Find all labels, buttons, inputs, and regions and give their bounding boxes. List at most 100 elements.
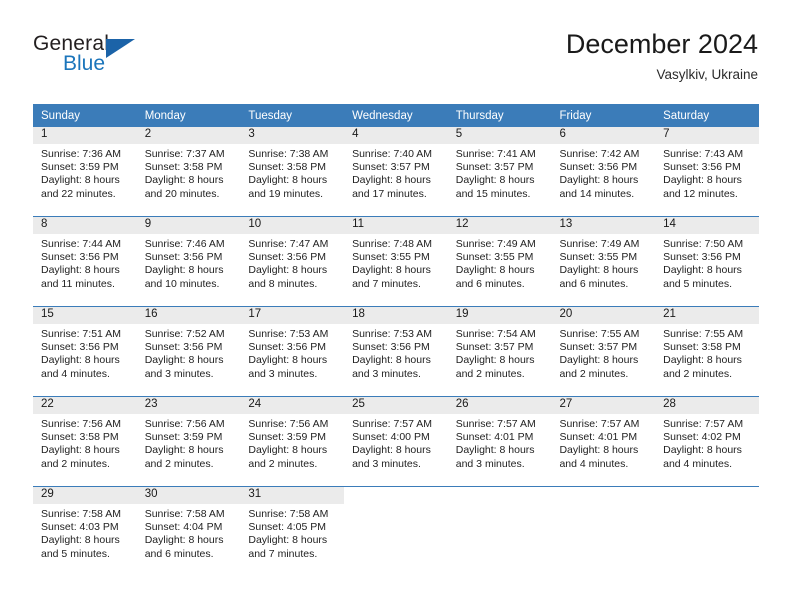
calendar-day-cell[interactable]: 27 Sunrise: 7:57 AM Sunset: 4:01 PM Dayligh… xyxy=(551,396,656,487)
day-details: Sunrise: 7:46 AM Sunset: 3:56 PM Daylight:… xyxy=(137,234,241,291)
calendar-day-cell[interactable]: 20 Sunrise: 7:55 AM Sunset: 3:57 PM Dayligh… xyxy=(551,306,656,397)
calendar-day-cell[interactable]: 10 Sunrise: 7:47 AM Sunset: 3:56 PM Dayligh… xyxy=(240,216,345,307)
general-blue-logo: General Blue xyxy=(33,32,213,82)
daylight-text-line2: and 2 minutes. xyxy=(144,457,214,470)
daylight-text-line2: and 4 minutes. xyxy=(663,457,733,470)
weekday-header-tuesday: Tuesday xyxy=(240,104,345,127)
calendar-day-cell[interactable]: 23 Sunrise: 7:56 AM Sunset: 3:59 PM Dayligh… xyxy=(136,396,241,487)
daylight-text-line2: and 6 minutes. xyxy=(559,277,629,290)
calendar-day-cell[interactable]: 3 Sunrise: 7:38 AM Sunset: 3:58 PM Daylight… xyxy=(240,127,345,217)
day-details: Sunrise: 7:58 AM Sunset: 4:03 PM Daylight:… xyxy=(33,504,137,561)
calendar-day-cell[interactable]: 21 Sunrise: 7:55 AM Sunset: 3:58 PM Dayligh… xyxy=(655,306,759,397)
sunset-text: Sunset: 3:58 PM xyxy=(144,161,223,174)
calendar-day-cell[interactable]: 8 Sunrise: 7:44 AM Sunset: 3:56 PM Daylight… xyxy=(33,216,137,307)
sunrise-text: Sunrise: 7:56 AM xyxy=(144,418,225,430)
day-details: Sunrise: 7:55 AM Sunset: 3:58 PM Daylight:… xyxy=(655,324,759,381)
calendar-grid: Sunday Monday Tuesday Wednesday Thursday… xyxy=(33,104,759,576)
calendar-day-cell[interactable]: 18 Sunrise: 7:53 AM Sunset: 3:56 PM Dayligh… xyxy=(344,306,448,397)
sunrise-text: Sunrise: 7:57 AM xyxy=(455,418,536,430)
calendar-page: General Blue December 2024 Vasylkiv, Ukr… xyxy=(0,0,792,612)
calendar-day-cell[interactable]: 17 Sunrise: 7:53 AM Sunset: 3:56 PM Dayligh… xyxy=(240,306,345,397)
sunrise-text: Sunrise: 7:58 AM xyxy=(41,508,121,520)
calendar-day-cell[interactable]: 28 Sunrise: 7:57 AM Sunset: 4:02 PM Dayligh… xyxy=(655,396,759,487)
calendar-day-cell-empty xyxy=(344,486,448,576)
sunset-text: Sunset: 3:57 PM xyxy=(455,161,534,174)
sunrise-text: Sunrise: 7:40 AM xyxy=(352,148,433,160)
day-details: Sunrise: 7:57 AM Sunset: 4:01 PM Daylight:… xyxy=(448,414,552,471)
daylight-text-line2: and 5 minutes. xyxy=(41,547,110,560)
daylight-text-line1: Daylight: 8 hours xyxy=(41,444,120,457)
sunset-text: Sunset: 3:56 PM xyxy=(248,341,327,354)
calendar-day-cell[interactable]: 4 Sunrise: 7:40 AM Sunset: 3:57 PM Daylight… xyxy=(344,127,448,217)
calendar-day-cell[interactable]: 29 Sunrise: 7:58 AM Sunset: 4:03 PM Dayligh… xyxy=(33,486,137,576)
day-number: 11 xyxy=(344,217,448,234)
weekday-header-monday: Monday xyxy=(136,104,241,127)
calendar-day-cell[interactable]: 7 Sunrise: 7:43 AM Sunset: 3:56 PM Daylight… xyxy=(655,127,759,217)
daylight-text-line1: Daylight: 8 hours xyxy=(455,174,535,187)
day-details: Sunrise: 7:52 AM Sunset: 3:56 PM Daylight:… xyxy=(137,324,241,381)
calendar-day-cell[interactable]: 13 Sunrise: 7:49 AM Sunset: 3:55 PM Dayligh… xyxy=(551,216,656,307)
sunrise-text: Sunrise: 7:53 AM xyxy=(248,328,329,340)
calendar-day-cell[interactable]: 11 Sunrise: 7:48 AM Sunset: 3:55 PM Dayligh… xyxy=(344,216,448,307)
calendar-day-cell[interactable]: 30 Sunrise: 7:58 AM Sunset: 4:04 PM Dayligh… xyxy=(136,486,241,576)
daylight-text-line2: and 3 minutes. xyxy=(352,367,421,380)
calendar-day-cell[interactable]: 15 Sunrise: 7:51 AM Sunset: 3:56 PM Dayligh… xyxy=(33,306,137,397)
sunset-text: Sunset: 3:57 PM xyxy=(455,341,534,354)
calendar-day-cell-empty xyxy=(655,486,759,576)
daylight-text-line2: and 2 minutes. xyxy=(455,367,525,380)
calendar-day-cell[interactable]: 22 Sunrise: 7:56 AM Sunset: 3:58 PM Dayligh… xyxy=(33,396,137,487)
daylight-text-line1: Daylight: 8 hours xyxy=(248,444,328,457)
daylight-text-line2: and 4 minutes. xyxy=(559,457,629,470)
calendar-day-cell[interactable]: 5 Sunrise: 7:41 AM Sunset: 3:57 PM Daylight… xyxy=(447,127,552,217)
calendar-day-cell[interactable]: 9 Sunrise: 7:46 AM Sunset: 3:56 PM Daylight… xyxy=(136,216,241,307)
daylight-text-line1: Daylight: 8 hours xyxy=(41,534,120,547)
daylight-text-line1: Daylight: 8 hours xyxy=(455,264,535,277)
calendar-day-cell[interactable]: 25 Sunrise: 7:57 AM Sunset: 4:00 PM Dayligh… xyxy=(344,396,448,487)
sunset-text: Sunset: 3:56 PM xyxy=(352,341,430,354)
daylight-text-line2: and 6 minutes. xyxy=(455,277,525,290)
day-details: Sunrise: 7:53 AM Sunset: 3:56 PM Daylight:… xyxy=(344,324,448,381)
sunset-text: Sunset: 3:56 PM xyxy=(144,341,223,354)
daylight-text-line2: and 3 minutes. xyxy=(455,457,525,470)
daylight-text-line2: and 2 minutes. xyxy=(663,367,733,380)
sunset-text: Sunset: 4:05 PM xyxy=(248,521,327,534)
sunrise-text: Sunrise: 7:57 AM xyxy=(663,418,744,430)
day-number xyxy=(344,487,448,504)
daylight-text-line1: Daylight: 8 hours xyxy=(41,354,120,367)
calendar-day-cell[interactable]: 6 Sunrise: 7:42 AM Sunset: 3:56 PM Daylight… xyxy=(551,127,656,217)
daylight-text-line1: Daylight: 8 hours xyxy=(663,174,742,187)
logo-text-blue: Blue xyxy=(63,52,106,75)
sunset-text: Sunset: 3:55 PM xyxy=(352,251,430,264)
calendar-day-cell[interactable]: 2 Sunrise: 7:37 AM Sunset: 3:58 PM Daylight… xyxy=(136,127,241,217)
daylight-text-line2: and 3 minutes. xyxy=(144,367,214,380)
calendar-day-cell[interactable]: 16 Sunrise: 7:52 AM Sunset: 3:56 PM Dayligh… xyxy=(136,306,241,397)
day-details: Sunrise: 7:47 AM Sunset: 3:56 PM Daylight:… xyxy=(240,234,344,291)
calendar-day-cell[interactable]: 24 Sunrise: 7:56 AM Sunset: 3:59 PM Dayligh… xyxy=(240,396,345,487)
daylight-text-line1: Daylight: 8 hours xyxy=(248,534,328,547)
sunset-text: Sunset: 3:59 PM xyxy=(144,431,223,444)
daylight-text-line2: and 6 minutes. xyxy=(144,547,214,560)
day-number: 1 xyxy=(33,127,137,144)
day-details: Sunrise: 7:41 AM Sunset: 3:57 PM Daylight:… xyxy=(448,144,552,201)
daylight-text-line1: Daylight: 8 hours xyxy=(248,354,328,367)
calendar-day-cell[interactable]: 12 Sunrise: 7:49 AM Sunset: 3:55 PM Dayligh… xyxy=(447,216,552,307)
weekday-header-thursday: Thursday xyxy=(447,104,552,127)
calendar-day-cell[interactable]: 1 Sunrise: 7:36 AM Sunset: 3:59 PM Daylight… xyxy=(33,127,137,217)
daylight-text-line2: and 11 minutes. xyxy=(41,277,115,290)
sunrise-text: Sunrise: 7:51 AM xyxy=(41,328,121,340)
daylight-text-line1: Daylight: 8 hours xyxy=(41,264,120,277)
calendar-day-cell[interactable]: 19 Sunrise: 7:54 AM Sunset: 3:57 PM Dayligh… xyxy=(447,306,552,397)
day-number xyxy=(655,487,759,504)
daylight-text-line1: Daylight: 8 hours xyxy=(455,354,535,367)
day-details: Sunrise: 7:37 AM Sunset: 3:58 PM Daylight:… xyxy=(137,144,241,201)
sunset-text: Sunset: 3:56 PM xyxy=(663,161,741,174)
calendar-day-cell[interactable]: 14 Sunrise: 7:50 AM Sunset: 3:56 PM Dayligh… xyxy=(655,216,759,307)
calendar-day-cell[interactable]: 26 Sunrise: 7:57 AM Sunset: 4:01 PM Dayligh… xyxy=(447,396,552,487)
day-details: Sunrise: 7:49 AM Sunset: 3:55 PM Daylight:… xyxy=(551,234,655,291)
day-details: Sunrise: 7:58 AM Sunset: 4:05 PM Daylight:… xyxy=(240,504,344,561)
calendar-day-cell[interactable]: 31 Sunrise: 7:58 AM Sunset: 4:05 PM Dayligh… xyxy=(240,486,345,576)
weekday-header-sunday: Sunday xyxy=(33,104,137,127)
sunset-text: Sunset: 4:01 PM xyxy=(455,431,534,444)
day-details: Sunrise: 7:56 AM Sunset: 3:59 PM Daylight:… xyxy=(240,414,344,471)
day-number: 20 xyxy=(551,307,656,324)
